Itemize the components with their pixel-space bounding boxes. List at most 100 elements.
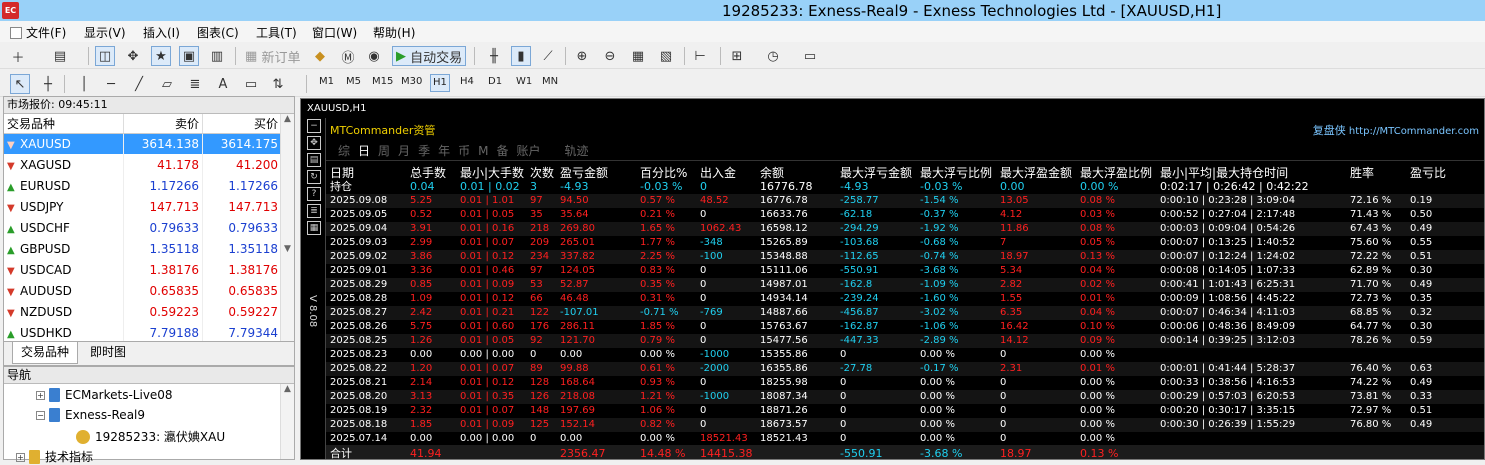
text-label-icon[interactable]: ▭	[241, 74, 261, 94]
market-watch-row[interactable]: ▲ EURUSD 1.17266 1.17266	[4, 175, 282, 196]
market-watch-row[interactable]: ▼ XAUUSD 3614.138 3614.175	[4, 133, 282, 154]
tf-m5[interactable]: M5	[346, 76, 361, 87]
crosshair-data-icon[interactable]: ✥	[123, 46, 143, 66]
tf-h4[interactable]: H4	[460, 76, 474, 87]
market-watch-row[interactable]: ▼ USDJPY 147.713 147.713	[4, 196, 282, 217]
column-header[interactable]: 胜率	[1350, 164, 1374, 181]
market-watch-row[interactable]: ▲ USDCHF 0.79633 0.79633	[4, 217, 282, 238]
trendline-icon[interactable]: ╱	[129, 74, 149, 94]
navigator-scrollbar[interactable]: ▲	[280, 384, 294, 459]
period-tab[interactable]: 轨迹	[565, 144, 589, 158]
menu-view[interactable]: 显示(V)	[84, 24, 126, 41]
tf-m1[interactable]: M1	[319, 76, 334, 87]
zoom-out-icon[interactable]: ⊖	[600, 46, 620, 66]
site-link[interactable]: 复盘侠 http://MTCommander.com	[1313, 122, 1479, 138]
candlestick-icon[interactable]: ▮	[511, 46, 531, 66]
refresh-icon[interactable]: ↻	[307, 170, 321, 184]
market-watch-row[interactable]: ▲ GBPUSD 1.35118 1.35118	[4, 238, 282, 259]
arrows-icon[interactable]: ⇅	[268, 74, 288, 94]
list-icon[interactable]: ≣	[307, 204, 321, 218]
terminal-icon[interactable]: ▣	[179, 46, 199, 66]
report-icon[interactable]: ▤	[307, 153, 321, 167]
menu-file[interactable]: 文件(F)	[10, 24, 66, 41]
menu-charts[interactable]: 图表(C)	[197, 24, 239, 41]
grid-icon[interactable]: ▦	[307, 221, 321, 235]
chart-shift-icon[interactable]: ⊢	[690, 46, 710, 66]
menu-insert[interactable]: 插入(I)	[143, 24, 180, 41]
period-tab[interactable]: 年	[438, 144, 450, 158]
signals-icon[interactable]: ◉	[364, 46, 384, 66]
column-header[interactable]: 日期	[330, 164, 354, 181]
chart-window[interactable]: XAUUSD,H1 − ✥ ▤ ↻ ? ≣ ▦ V 8.08 MTCommand…	[300, 98, 1485, 460]
community-icon[interactable]: Ⓜ	[338, 46, 358, 66]
vertical-line-icon[interactable]: │	[74, 74, 94, 94]
collapse-icon[interactable]: −	[36, 411, 45, 420]
line-chart-icon[interactable]: ⟋	[538, 46, 558, 66]
period-tab[interactable]: 币	[458, 144, 470, 158]
move-icon[interactable]: ✥	[307, 136, 321, 150]
period-tab[interactable]: 月	[398, 144, 410, 158]
column-header[interactable]: 余额	[760, 164, 784, 181]
column-header[interactable]: 总手数	[410, 164, 446, 181]
bar-chart-icon[interactable]: ╫	[484, 46, 504, 66]
column-header[interactable]: 最大浮盈金额	[1000, 164, 1072, 181]
period-tab[interactable]: 季	[418, 144, 430, 158]
market-watch-row[interactable]: ▼ USDCAD 1.38176 1.38176	[4, 259, 282, 280]
menu-help[interactable]: 帮助(H)	[373, 24, 415, 41]
tf-h1[interactable]: H1	[430, 74, 450, 92]
period-tab[interactable]: 备	[496, 144, 508, 158]
market-watch-icon[interactable]: ◫	[95, 46, 115, 66]
col-symbol[interactable]: 交易品种	[4, 114, 125, 134]
nav-item-indicators[interactable]: + 技术指标	[16, 448, 93, 465]
period-tab[interactable]: 日	[358, 144, 370, 158]
col-ask[interactable]: 买价	[202, 114, 282, 134]
period-tab[interactable]: 周	[378, 144, 390, 158]
profiles-icon[interactable]: ▤	[50, 46, 70, 66]
tf-m15[interactable]: M15	[372, 76, 393, 87]
column-header[interactable]: 最大浮亏比例	[920, 164, 992, 181]
period-tab[interactable]: M	[478, 144, 488, 158]
crosshair-icon[interactable]: ┼	[38, 74, 58, 94]
market-watch-scrollbar[interactable]: ▲ ▼	[280, 114, 294, 341]
periods-icon[interactable]: ◷	[763, 46, 783, 66]
nav-item-exness[interactable]: − Exness-Real9	[36, 408, 145, 422]
period-tab[interactable]: 账户	[516, 144, 540, 158]
period-tab[interactable]: 综	[338, 144, 350, 158]
col-bid[interactable]: 卖价	[123, 114, 204, 134]
new-chart-icon[interactable]: ＋	[8, 46, 28, 66]
menu-tools[interactable]: 工具(T)	[256, 24, 297, 41]
horizontal-line-icon[interactable]: ─	[101, 74, 121, 94]
tf-w1[interactable]: W1	[516, 76, 532, 87]
column-header[interactable]: 盈亏金额	[560, 164, 608, 181]
tester-icon[interactable]: ▥	[207, 46, 227, 66]
column-header[interactable]: 次数	[530, 164, 554, 181]
expand-icon[interactable]: +	[36, 391, 45, 400]
market-watch-row[interactable]: ▼ AUDUSD 0.65835 0.65835	[4, 280, 282, 301]
tile-windows-icon[interactable]: ▦	[628, 46, 648, 66]
new-order-button[interactable]: ▦ 新订单	[242, 46, 303, 66]
tf-m30[interactable]: M30	[401, 76, 422, 87]
market-watch-row[interactable]: ▼ NZDUSD 0.59223 0.59227	[4, 301, 282, 322]
auto-scroll-icon[interactable]: ▧	[656, 46, 676, 66]
tf-d1[interactable]: D1	[488, 76, 502, 87]
text-tool[interactable]: A	[213, 74, 233, 94]
tab-symbols[interactable]: 交易品种	[12, 342, 79, 364]
help-icon[interactable]: ?	[307, 187, 321, 201]
auto-trading-button[interactable]: ▶ 自动交易	[392, 46, 467, 66]
nav-item-ecmarkets[interactable]: + ECMarkets-Live08	[36, 388, 173, 402]
cursor-icon[interactable]: ↖	[10, 74, 30, 94]
zoom-in-icon[interactable]: ⊕	[572, 46, 592, 66]
indicators-icon[interactable]: ⊞	[727, 46, 747, 66]
column-header[interactable]: 最大浮亏金额	[840, 164, 912, 181]
column-header[interactable]: 最小|平均|最大持仓时间	[1160, 164, 1288, 181]
market-watch-row[interactable]: ▼ XAGUSD 41.178 41.200	[4, 154, 282, 175]
column-header[interactable]: 出入金	[700, 164, 736, 181]
tf-mn[interactable]: MN	[542, 76, 558, 87]
fibonacci-icon[interactable]: ≣	[185, 74, 205, 94]
column-header[interactable]: 最大浮盈比例	[1080, 164, 1152, 181]
column-header[interactable]: 最小|大手数	[460, 164, 524, 181]
channel-icon[interactable]: ▱	[157, 74, 177, 94]
expand-icon[interactable]: +	[16, 453, 25, 462]
tab-tick-chart[interactable]: 即时图	[82, 342, 134, 364]
market-watch-row[interactable]: ▲ USDHKD 7.79188 7.79344	[4, 322, 282, 343]
